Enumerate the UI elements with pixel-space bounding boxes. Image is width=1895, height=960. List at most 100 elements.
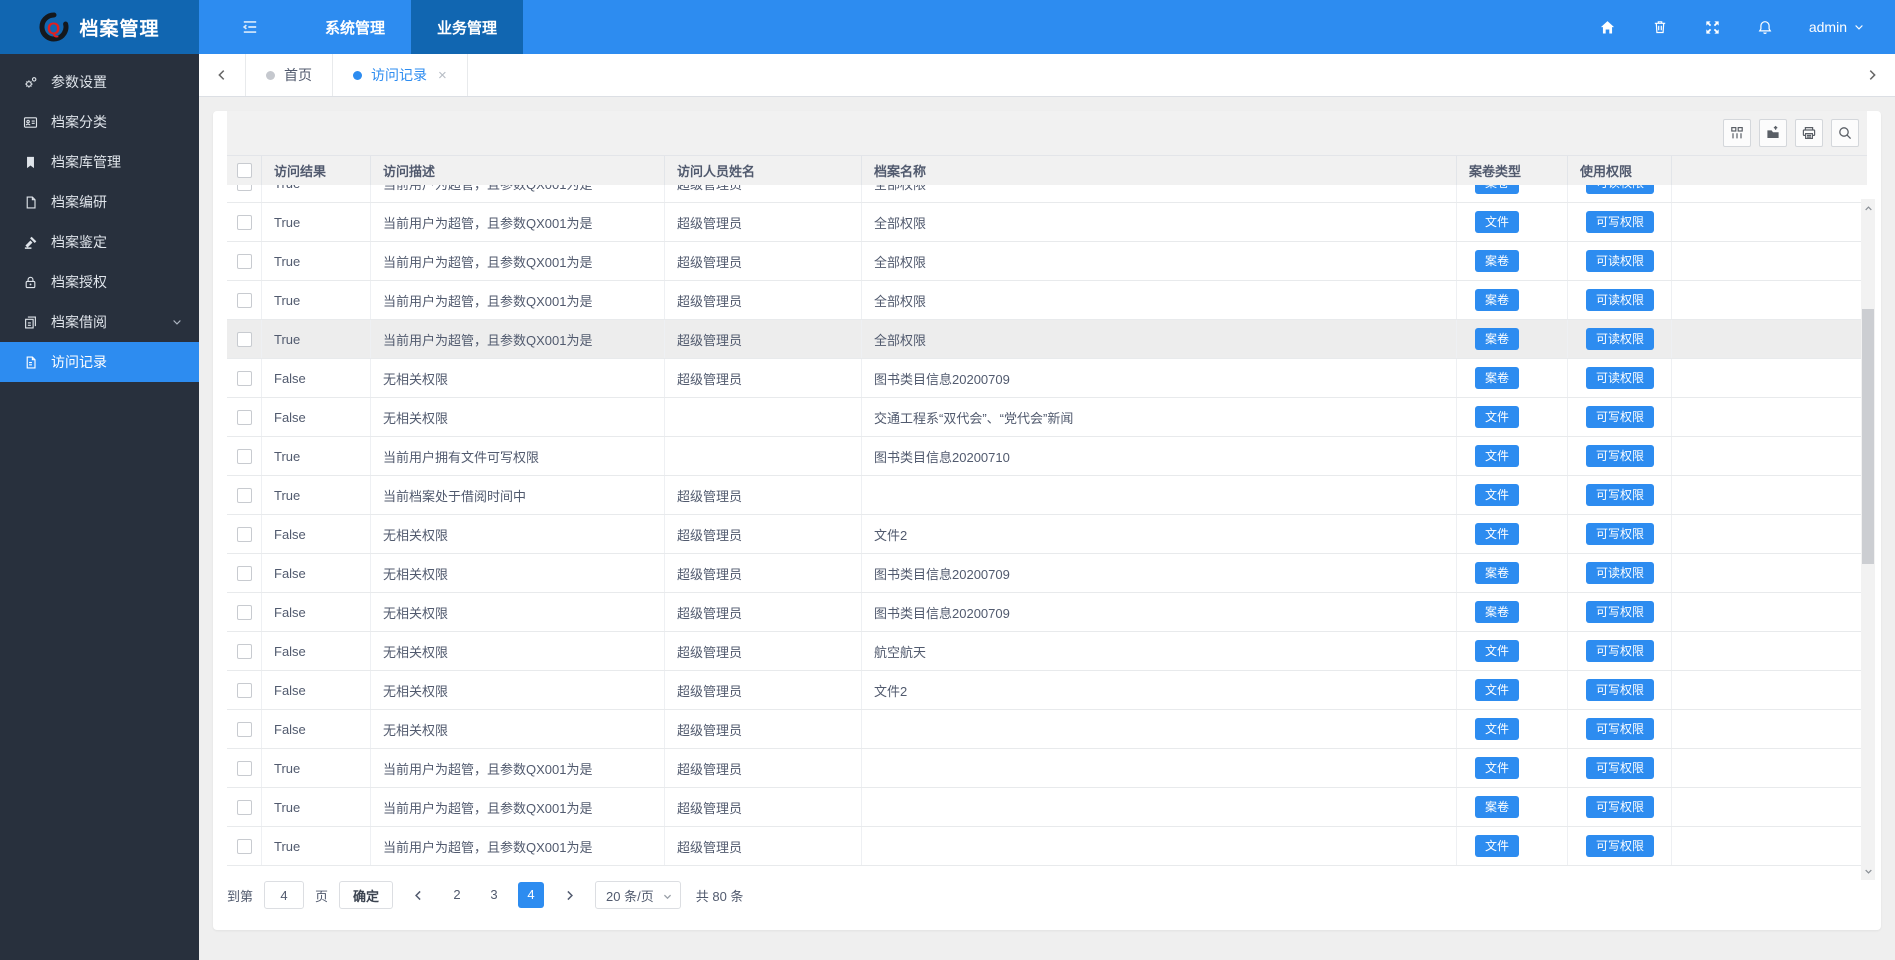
cell-use-permission: 可写权限 (1568, 749, 1672, 787)
table-row: False无相关权限超级管理员文件2文件可写权限 (227, 515, 1867, 554)
app-root: Q 档案管理 系统管理 业务管理 (0, 0, 1895, 960)
select-all-checkbox[interactable] (237, 163, 252, 178)
row-checkbox[interactable] (237, 215, 252, 230)
cell-access-desc: 无相关权限 (371, 710, 665, 748)
record-icon (22, 355, 38, 370)
cell-access-desc: 无相关权限 (371, 554, 665, 592)
row-checkbox[interactable] (237, 293, 252, 308)
cell-access-result: False (262, 398, 371, 436)
sidebar-item-authorize[interactable]: 档案授权 (0, 262, 199, 302)
cell-use-permission: 可写权限 (1568, 437, 1672, 475)
cell-access-result: False (262, 359, 371, 397)
table-row: True当前用户拥有文件可写权限图书类目信息20200710文件可写权限 (227, 437, 1867, 476)
home-icon[interactable] (1599, 19, 1616, 36)
menu-collapse-icon[interactable] (241, 18, 259, 36)
cell-archive-name (862, 710, 1457, 748)
row-checkbox[interactable] (237, 566, 252, 581)
row-checkbox[interactable] (237, 332, 252, 347)
tab-bar: 首页 访问记录 × (199, 54, 1895, 97)
sidebar-item-label: 参数设置 (51, 72, 107, 92)
cell-file-type: 文件 (1457, 827, 1568, 865)
user-menu[interactable]: admin (1809, 19, 1865, 35)
scroll-up-icon[interactable] (1861, 201, 1875, 215)
columns-button[interactable] (1723, 119, 1751, 147)
file-type-badge: 文件 (1475, 757, 1519, 779)
row-checkbox-cell (227, 749, 262, 787)
cell-visitor-name: 超级管理员 (665, 827, 862, 865)
sidebar-item-label: 档案借阅 (51, 312, 107, 332)
prev-page-icon[interactable] (404, 889, 433, 902)
row-checkbox[interactable] (237, 254, 252, 269)
cell-archive-name (862, 749, 1457, 787)
row-checkbox[interactable] (237, 410, 252, 425)
row-checkbox[interactable] (237, 488, 252, 503)
cell-access-result: True (262, 437, 371, 475)
tabs-scroll-left-icon[interactable] (199, 54, 245, 96)
scroll-down-icon[interactable] (1861, 864, 1875, 878)
page-number-2[interactable]: 2 (444, 882, 470, 908)
sidebar-item-label: 档案鉴定 (51, 232, 107, 252)
row-checkbox-cell (227, 476, 262, 514)
row-checkbox[interactable] (237, 683, 252, 698)
bell-icon[interactable] (1757, 19, 1773, 36)
sidebar-item-borrow[interactable]: 档案借阅 (0, 302, 199, 342)
row-checkbox[interactable] (237, 839, 252, 854)
row-checkbox-cell (227, 671, 262, 709)
row-checkbox[interactable] (237, 371, 252, 386)
sidebar-item-label: 档案授权 (51, 272, 107, 292)
sidebar-item-access-records[interactable]: 访问记录 (0, 342, 199, 382)
cell-visitor-name: 超级管理员 (665, 515, 862, 553)
row-checkbox[interactable] (237, 527, 252, 542)
vertical-scrollbar[interactable] (1861, 199, 1875, 880)
cell-use-permission: 可写权限 (1568, 632, 1672, 670)
sidebar-item-research[interactable]: 档案编研 (0, 182, 199, 222)
cell-visitor-name (665, 437, 862, 475)
export-button[interactable] (1759, 119, 1787, 147)
sidebar-item-appraisal[interactable]: 档案鉴定 (0, 222, 199, 262)
chevron-down-icon (1853, 21, 1865, 33)
tabs-scroll-right-icon[interactable] (1849, 54, 1895, 96)
scrollbar-thumb[interactable] (1862, 309, 1874, 564)
top-right-icons: admin (1599, 19, 1895, 36)
print-button[interactable] (1795, 119, 1823, 147)
row-checkbox[interactable] (237, 761, 252, 776)
cell-access-desc: 当前用户拥有文件可写权限 (371, 437, 665, 475)
cell-access-result: False (262, 515, 371, 553)
row-checkbox[interactable] (237, 449, 252, 464)
tab-home[interactable]: 首页 (245, 54, 333, 96)
cell-use-permission: 可写权限 (1568, 398, 1672, 436)
menu-item-business[interactable]: 业务管理 (411, 0, 523, 54)
tab-access-records[interactable]: 访问记录 × (333, 54, 468, 96)
use-permission-badge: 可写权限 (1586, 406, 1654, 428)
row-checkbox[interactable] (237, 644, 252, 659)
cell-file-type: 文件 (1457, 203, 1568, 241)
fullscreen-icon[interactable] (1704, 19, 1721, 36)
row-checkbox[interactable] (237, 800, 252, 815)
next-page-icon[interactable] (555, 889, 584, 902)
page-number-4-active[interactable]: 4 (518, 882, 544, 908)
goto-confirm-button[interactable]: 确定 (339, 881, 393, 909)
row-checkbox-cell (227, 515, 262, 553)
menu-item-system[interactable]: 系统管理 (299, 0, 411, 54)
goto-page-input[interactable] (264, 881, 304, 909)
row-checkbox[interactable] (237, 722, 252, 737)
tab-dot (353, 71, 362, 80)
sidebar-item-repository[interactable]: 档案库管理 (0, 142, 199, 182)
search-button[interactable] (1831, 119, 1859, 147)
close-icon[interactable]: × (438, 68, 447, 83)
row-checkbox[interactable] (237, 605, 252, 620)
use-permission-badge: 可写权限 (1586, 601, 1654, 623)
page-size-select[interactable]: 20 条/页 (595, 881, 681, 909)
sidebar-item-classify[interactable]: 档案分类 (0, 102, 199, 142)
select-all-cell (227, 156, 262, 185)
table-row: True当前用户为超管，且参数QX001为是超级管理员全部权限文件可写权限 (227, 203, 1867, 242)
row-checkbox[interactable] (237, 185, 252, 191)
table-row: True当前用户为超管，且参数QX001为是超级管理员全部权限案卷可读权限 (227, 185, 1867, 203)
trash-icon[interactable] (1652, 19, 1668, 35)
sidebar-item-params[interactable]: 参数设置 (0, 62, 199, 102)
file-type-badge: 文件 (1475, 211, 1519, 233)
cell-file-type: 文件 (1457, 710, 1568, 748)
gavel-icon (22, 235, 38, 250)
page-number-3[interactable]: 3 (481, 882, 507, 908)
cell-access-desc: 无相关权限 (371, 359, 665, 397)
